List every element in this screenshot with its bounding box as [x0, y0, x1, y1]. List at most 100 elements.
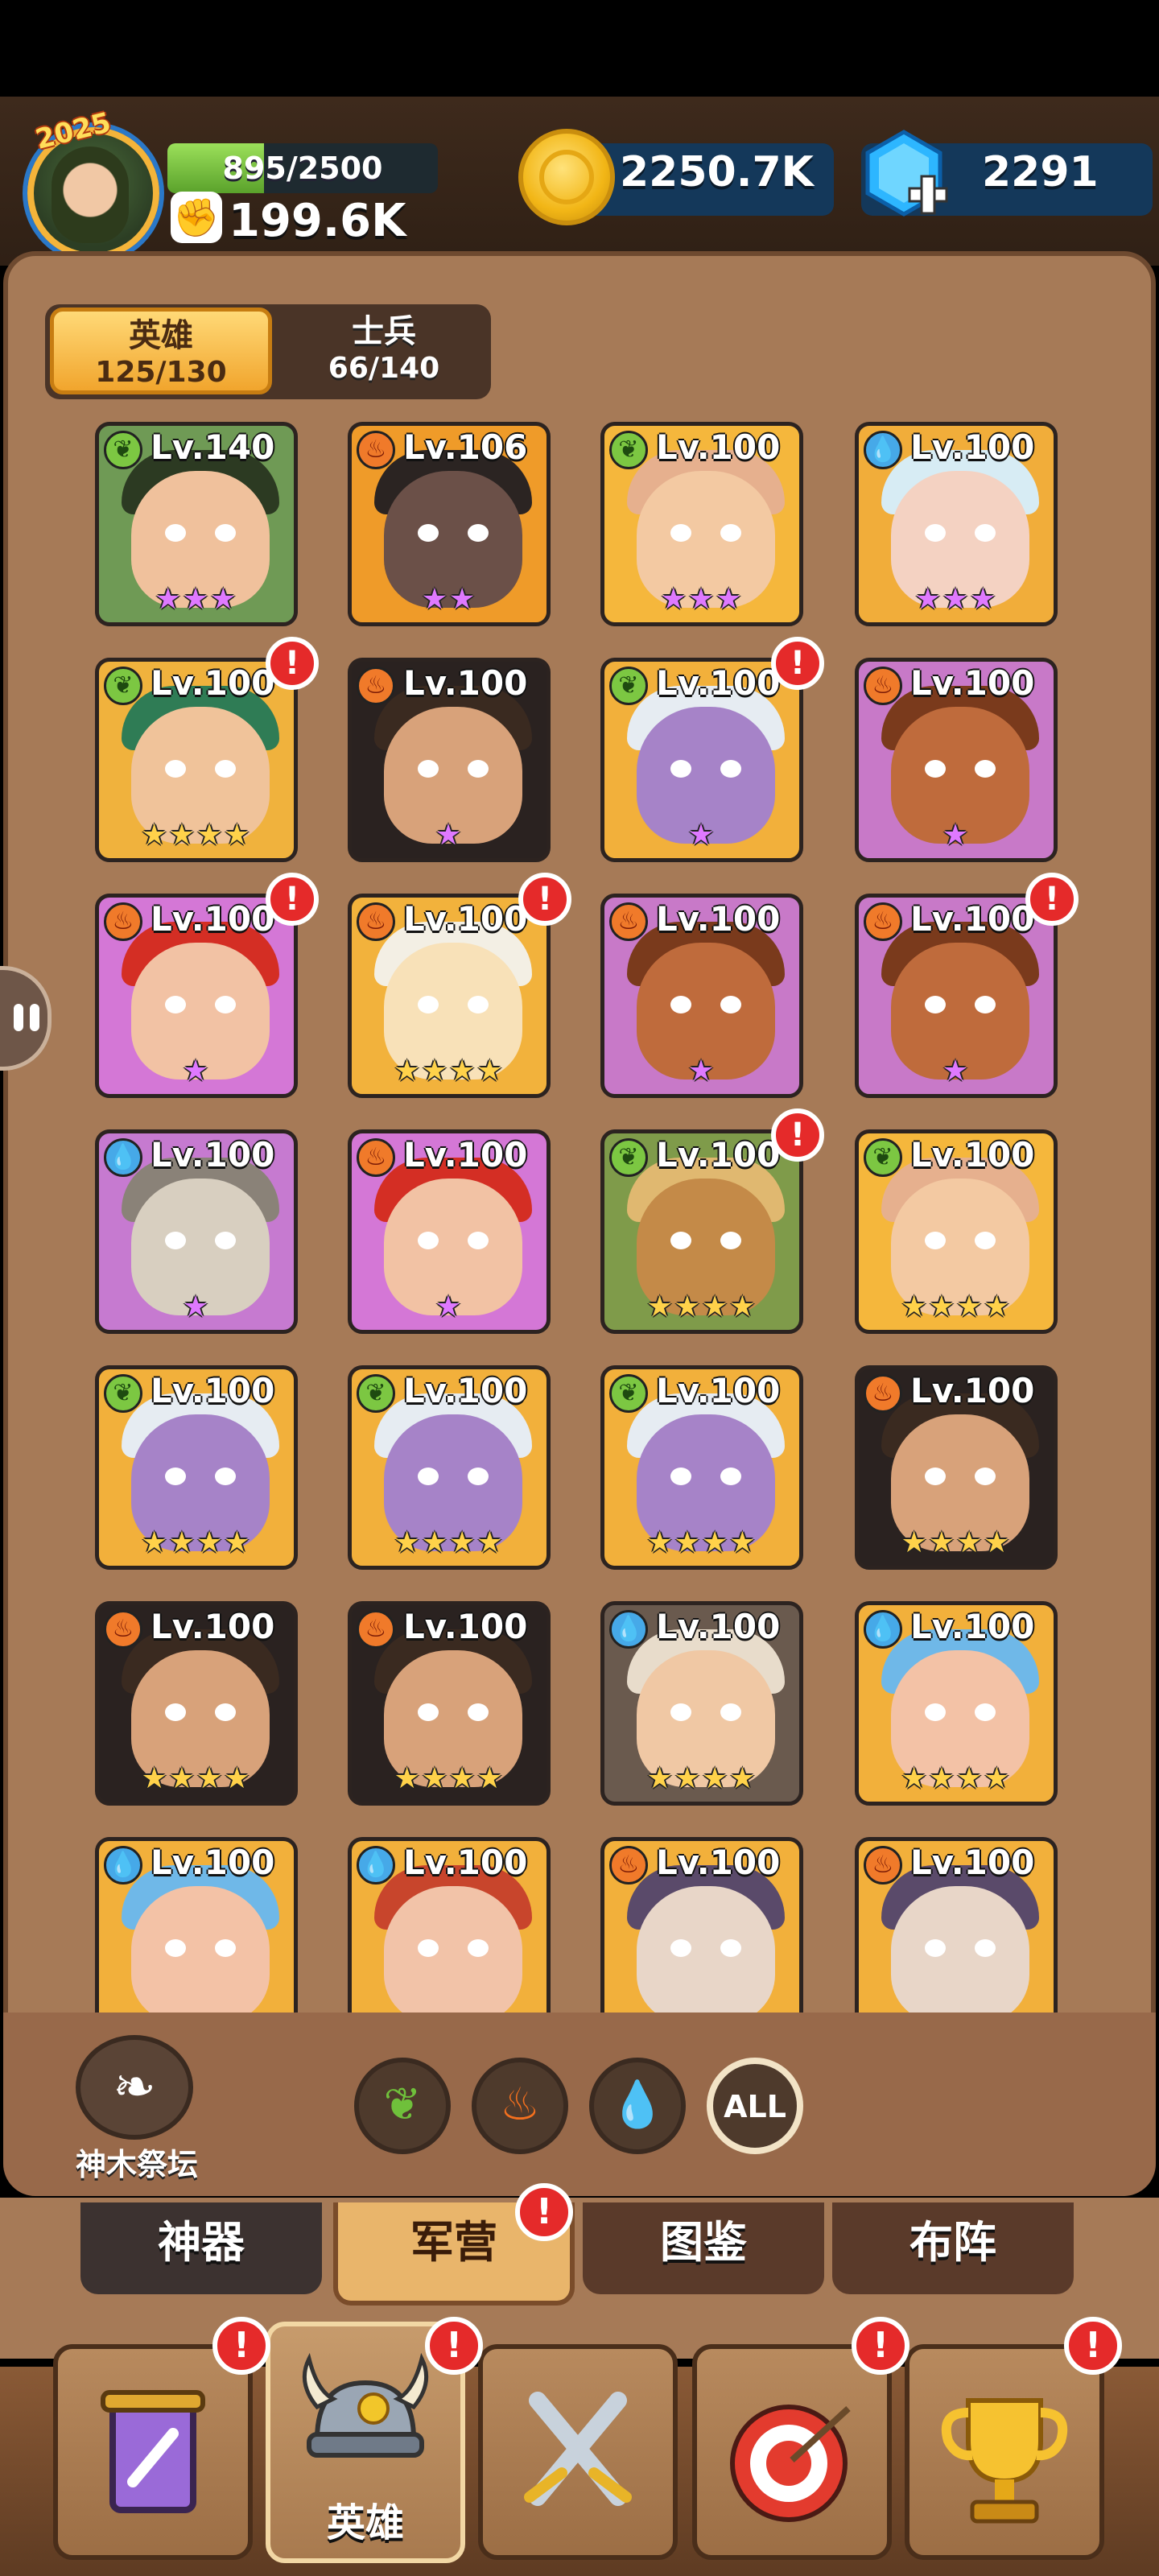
hero-card[interactable]: ❦ Lv.100 ★★★★	[855, 1129, 1058, 1334]
nav-trophy-button[interactable]	[905, 2344, 1104, 2560]
hero-stars: ★★★	[155, 583, 238, 616]
hero-eyes	[670, 760, 741, 778]
filter-all-button[interactable]: ALL	[707, 2058, 803, 2154]
tab-heroes[interactable]: 英雄 125/130	[50, 308, 272, 394]
hero-eyes	[925, 760, 996, 778]
hero-level: Lv.100	[403, 1135, 528, 1174]
hero-stars: ★★★	[914, 583, 998, 616]
tab-formation[interactable]: 布阵	[832, 2202, 1074, 2294]
hero-eyes	[925, 996, 996, 1013]
hero-card[interactable]: ♨ Lv.100 ★	[600, 894, 803, 1098]
blue-gem-plus-icon[interactable]	[860, 129, 948, 222]
hero-stars: ★★	[421, 583, 477, 616]
tab-codex[interactable]: 图鉴	[583, 2202, 824, 2294]
player-avatar[interactable]: 2025	[14, 106, 167, 264]
hero-stars: ★★★★	[394, 1526, 505, 1559]
barracks-alert-badge: !	[515, 2183, 573, 2241]
hero-card[interactable]: ♨ Lv.100 ★	[348, 1129, 551, 1334]
hero-stars: ★	[687, 819, 716, 852]
tab-heroes-label: 英雄	[129, 317, 193, 354]
heroes-alert-badge: !	[425, 2317, 483, 2375]
hero-card[interactable]: ❦ Lv.100 ★★★★	[95, 658, 298, 862]
hero-card[interactable]: ❦ Lv.100 ★★★	[600, 422, 803, 626]
hero-card[interactable]: ♨ Lv.100 ★	[348, 658, 551, 862]
fire-element-icon: ♨	[357, 902, 395, 941]
hero-card[interactable]: ♨ Lv.100	[600, 1837, 803, 2013]
hero-eyes	[418, 1468, 489, 1485]
target-alert-badge: !	[852, 2317, 909, 2375]
filter-fire-button[interactable]: ♨	[472, 2058, 568, 2154]
gold-coin-icon	[518, 129, 615, 225]
hero-eyes	[165, 996, 236, 1013]
hero-stars: ★★★★	[394, 1055, 505, 1088]
nav-battle-button[interactable]	[478, 2344, 678, 2560]
fire-element-icon: ♨	[357, 1610, 395, 1649]
fire-element-icon: ♨	[609, 1846, 648, 1885]
filter-water-button[interactable]: 💧	[589, 2058, 686, 2154]
hero-card[interactable]: ❦ Lv.100 ★★★★	[600, 1365, 803, 1570]
hero-card[interactable]: ❦ Lv.100 ★★★★	[600, 1129, 803, 1334]
hero-card[interactable]: ♨ Lv.100 ★★★★	[95, 1601, 298, 1806]
tab-artifacts[interactable]: 神器	[80, 2202, 322, 2294]
hero-card[interactable]: ❦ Lv.140 ★★★	[95, 422, 298, 626]
hero-card[interactable]: ♨ Lv.100 ★★★★	[348, 894, 551, 1098]
hero-level: Lv.100	[910, 1843, 1035, 1882]
fire-element-icon: ♨	[104, 902, 142, 941]
hero-card[interactable]: ❦ Lv.100 ★★★★	[95, 1365, 298, 1570]
water-element-icon: 💧	[864, 431, 902, 469]
hero-level: Lv.100	[910, 427, 1035, 467]
hero-stars: ★	[942, 1055, 971, 1088]
hero-card[interactable]: ♨ Lv.100 ★★★★	[348, 1601, 551, 1806]
viking-helmet-icon	[302, 2352, 429, 2458]
leaf-element-icon: ❦	[609, 1138, 648, 1177]
hero-alert-badge: !	[266, 873, 319, 926]
hero-stars: ★	[942, 819, 971, 852]
fire-element-icon: ♨	[357, 1138, 395, 1177]
hero-card[interactable]: ❦ Lv.100 ★★★★	[348, 1365, 551, 1570]
hero-eyes	[670, 1468, 741, 1485]
filter-leaf-button[interactable]: ❦	[354, 2058, 451, 2154]
hero-level: Lv.100	[151, 1135, 275, 1174]
hero-card[interactable]: ♨ Lv.100 ★★★★	[855, 1365, 1058, 1570]
nav-target-button[interactable]	[692, 2344, 892, 2560]
hero-card[interactable]: 💧 Lv.100 ★★★★	[855, 1601, 1058, 1806]
leaf-element-icon: ❦	[104, 431, 142, 469]
fire-element-icon: ♨	[864, 1374, 902, 1413]
water-element-icon: 💧	[357, 1846, 395, 1885]
nav-heroes-label: 英雄	[326, 2500, 404, 2545]
hero-card[interactable]: ♨ Lv.106 ★★	[348, 422, 551, 626]
hero-eyes	[925, 1468, 996, 1485]
hero-eyes	[418, 996, 489, 1013]
hero-card[interactable]: 💧 Lv.100 ★	[95, 1129, 298, 1334]
hero-card[interactable]: 💧 Lv.100 ★★★	[855, 422, 1058, 626]
trophy-icon	[941, 2398, 1068, 2524]
nav-quest-button[interactable]	[53, 2344, 253, 2560]
tab-soldiers-label: 士兵	[352, 313, 416, 350]
xp-text: 895/2500	[222, 151, 383, 186]
hero-eyes	[165, 524, 236, 542]
hero-alert-badge: !	[771, 637, 824, 690]
tab-soldiers-count: 66/140	[328, 352, 440, 385]
hero-card[interactable]: ❦ Lv.100 ★	[600, 658, 803, 862]
trophy-alert-badge: !	[1064, 2317, 1122, 2375]
hero-card[interactable]: ♨ Lv.100 ★	[855, 658, 1058, 862]
hero-card[interactable]: 💧 Lv.100 ★★★★	[600, 1601, 803, 1806]
fire-element-icon: ♨	[104, 1610, 142, 1649]
tree-altar-icon[interactable]: ❧	[76, 2035, 193, 2140]
coin-value: 2250.7K	[620, 148, 814, 196]
hero-card[interactable]: ♨ Lv.100 ★	[95, 894, 298, 1098]
hero-eyes	[925, 1939, 996, 1957]
water-element-icon: 💧	[104, 1138, 142, 1177]
hero-stars: ★★★★	[901, 1762, 1012, 1795]
hero-card[interactable]: 💧 Lv.100	[95, 1837, 298, 2013]
hero-card[interactable]: 💧 Lv.100	[348, 1837, 551, 2013]
target-dart-icon	[730, 2405, 851, 2522]
tab-soldiers[interactable]: 士兵 66/140	[278, 308, 489, 394]
fire-icon: ♨	[499, 2079, 541, 2131]
hero-alert-badge: !	[518, 873, 571, 926]
hero-level: Lv.100	[403, 899, 528, 939]
hero-level: Lv.100	[656, 1607, 781, 1646]
hero-card[interactable]: ♨ Lv.100 ★	[855, 894, 1058, 1098]
hero-level: Lv.100	[656, 1371, 781, 1410]
hero-card[interactable]: ♨ Lv.100	[855, 1837, 1058, 2013]
